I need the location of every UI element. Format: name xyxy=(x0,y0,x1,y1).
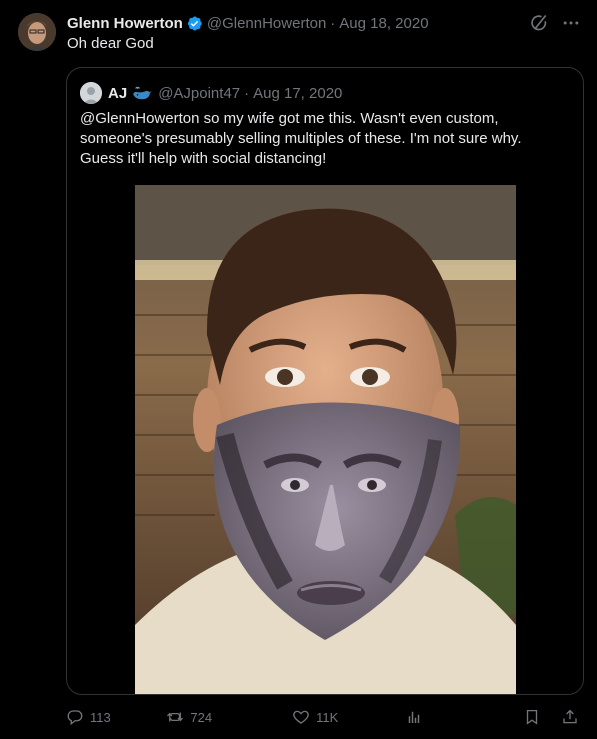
retweet-count: 724 xyxy=(190,709,213,725)
verified-badge-icon xyxy=(186,15,203,32)
reply-count: 113 xyxy=(90,709,111,725)
like-count: 11K xyxy=(316,709,339,725)
author-handle[interactable]: @GlennHowerton xyxy=(207,15,326,32)
quoted-author-handle[interactable]: @AJpoint47 xyxy=(158,85,240,102)
tweet: Glenn Howerton @GlennHowerton · Aug 18, … xyxy=(0,0,597,739)
reply-icon xyxy=(67,710,83,726)
quoted-author-avatar[interactable] xyxy=(80,82,102,104)
tweet-date[interactable]: Aug 18, 2020 xyxy=(339,15,428,32)
tweet-top-icons xyxy=(529,13,581,33)
bookmark-button[interactable] xyxy=(523,708,547,726)
bookmark-icon xyxy=(526,709,538,725)
views-icon xyxy=(408,711,420,723)
quoted-author-name[interactable]: AJ xyxy=(108,85,127,102)
author-avatar[interactable] xyxy=(18,13,56,51)
share-button[interactable] xyxy=(561,708,585,726)
quoted-tweet-header: AJ @AJpoint47 · Aug 17, 2020 xyxy=(80,82,342,104)
separator-dot: · xyxy=(330,14,336,32)
grok-icon[interactable] xyxy=(529,13,549,33)
author-name[interactable]: Glenn Howerton xyxy=(67,15,183,32)
quoted-tweet-text: @GlennHowerton so my wife got me this. W… xyxy=(80,110,522,167)
quoted-tweet-photo[interactable] xyxy=(135,185,516,694)
whale-emoji-icon xyxy=(131,85,153,101)
share-icon xyxy=(563,709,577,724)
retweet-icon xyxy=(167,712,184,722)
retweet-button[interactable]: 724 xyxy=(166,708,292,726)
more-icon[interactable] xyxy=(561,13,581,33)
quoted-tweet[interactable]: AJ @AJpoint47 · Aug 17, 2020 @GlennHower… xyxy=(66,67,584,695)
like-button[interactable]: 11K xyxy=(292,708,405,726)
tweet-header: Glenn Howerton @GlennHowerton · Aug 18, … xyxy=(67,12,527,34)
quoted-tweet-date[interactable]: Aug 17, 2020 xyxy=(253,85,342,102)
like-icon xyxy=(293,710,309,724)
quoted-separator-dot: · xyxy=(244,84,250,102)
reply-button[interactable]: 113 xyxy=(66,708,154,726)
tweet-actions: 113 724 11K xyxy=(66,705,585,729)
views-button[interactable] xyxy=(405,708,523,726)
tweet-text: Oh dear God xyxy=(67,35,154,52)
